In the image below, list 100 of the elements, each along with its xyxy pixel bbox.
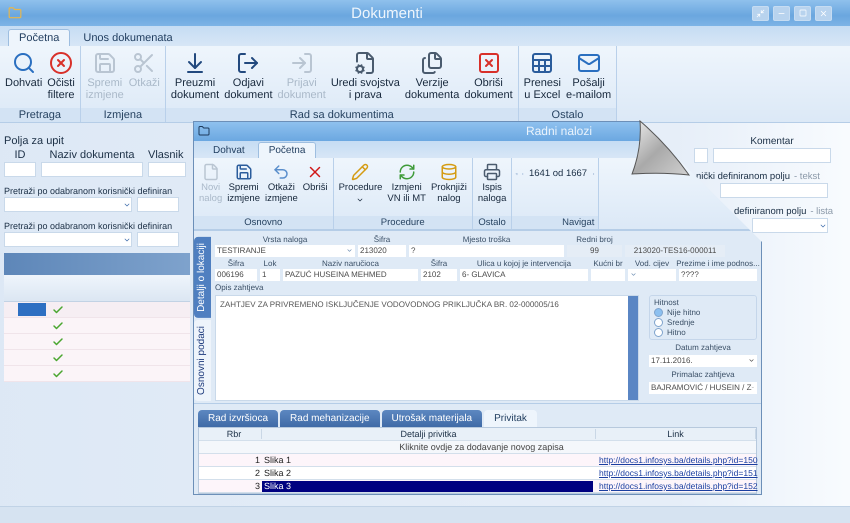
document-row[interactable]: [4, 302, 190, 318]
restore-icon[interactable]: [752, 6, 769, 20]
printer-icon: [483, 163, 502, 182]
spreadsheet-icon: [530, 51, 554, 75]
database-icon: [440, 163, 458, 182]
maximize-icon[interactable]: [794, 6, 811, 20]
table-cell[interactable]: Slika 3: [262, 480, 593, 492]
ribbon-button[interactable]: Odjavi dokument: [222, 49, 275, 104]
ribbon-tab[interactable]: Početna: [258, 142, 316, 158]
close-icon[interactable]: [815, 6, 832, 20]
radio-button[interactable]: [654, 308, 663, 317]
ribbon-button[interactable]: Procedure: [336, 161, 384, 206]
ribbon-button[interactable]: Izmjeni VN ili MT: [385, 161, 428, 206]
ribbon-button[interactable]: Dohvati: [3, 49, 44, 92]
side-tab[interactable]: Osnovni podaci: [194, 320, 211, 401]
ribbon-button[interactable]: Proknjiži nalog: [428, 161, 469, 206]
column-header[interactable]: Detalji privitka: [262, 429, 596, 439]
ribbon-button[interactable]: Spremi izmjene: [225, 161, 262, 206]
dropdown-field[interactable]: [752, 218, 828, 233]
input-field[interactable]: 99: [567, 244, 622, 257]
link[interactable]: http://docs1.infosys.ba/details.php?id=151: [596, 468, 756, 478]
input-field[interactable]: [591, 268, 625, 281]
ribbon-button[interactable]: Verzije dokumenta: [402, 49, 462, 104]
radio-button[interactable]: [654, 318, 663, 327]
input-field[interactable]: [148, 162, 186, 177]
ribbon-button[interactable]: Preuzmi dokument: [168, 49, 222, 104]
link[interactable]: http://docs1.infosys.ba/details.php?id=150: [596, 455, 756, 465]
tab[interactable]: Utrošak materijala: [382, 410, 482, 427]
check-icon: [52, 320, 64, 332]
input-field[interactable]: [694, 148, 708, 163]
delete-icon: [476, 51, 500, 75]
ribbon-button[interactable]: Otkaži izmjene: [263, 161, 300, 206]
field-label: Primalac zahtjeva: [670, 370, 736, 379]
table-cell-text: 1: [254, 455, 261, 465]
input-field[interactable]: [720, 183, 828, 198]
input-field[interactable]: [628, 268, 676, 281]
ribbon-button[interactable]: Obriši: [300, 161, 330, 196]
ribbon-button[interactable]: Uredi svojstva i prava: [328, 49, 402, 104]
input-field[interactable]: [137, 197, 179, 212]
ribbon-button[interactable]: Ispis naloga: [476, 161, 508, 206]
ribbon-button[interactable]: Obriši dokument: [462, 49, 515, 104]
input-field[interactable]: 1: [260, 268, 280, 281]
ribbon-group-label: Izmjena: [80, 108, 165, 122]
table-cell-text: 2: [254, 468, 261, 478]
ribbon-tab[interactable]: Unos dokumenata: [72, 29, 184, 46]
window-title: Dokumenti: [350, 4, 424, 22]
filter-label: definiranom polju: [734, 206, 806, 217]
undo-arrow-icon: [272, 163, 290, 182]
input-field[interactable]: [137, 232, 179, 247]
minimize-icon[interactable]: [773, 6, 790, 20]
dropdown-field[interactable]: [4, 232, 132, 247]
magnifier-icon: [12, 51, 36, 75]
input-field[interactable]: PAZUĆ HUSEINA MEHMED: [283, 268, 418, 281]
blank-page-icon: [202, 163, 220, 182]
field-label: Opis zahtjeva: [215, 282, 264, 293]
tab[interactable]: Privitak: [484, 410, 537, 427]
column-header[interactable]: Link: [596, 429, 756, 439]
table-cell[interactable]: Slika 2: [262, 468, 593, 478]
input-field[interactable]: 213020-TES16-000011: [625, 244, 725, 257]
field-label: Ulica u kojoj je intervencija: [476, 258, 572, 269]
window-title: Radni nalozi: [526, 124, 592, 138]
side-tab[interactable]: Detalji o lokaciji: [194, 236, 211, 318]
ribbon-group-label: Pretraga: [0, 108, 80, 122]
input-field[interactable]: 213020: [358, 244, 406, 257]
field-label: Šifra: [430, 258, 448, 269]
link[interactable]: http://docs1.infosys.ba/details.php?id=152: [596, 481, 756, 491]
input-field[interactable]: ?: [409, 244, 564, 257]
radio-button[interactable]: [654, 328, 663, 337]
input-field[interactable]: ????: [679, 268, 757, 281]
field-label: Prezime i ime podnos...: [676, 258, 760, 269]
ribbon-group-label: Procedure: [334, 216, 472, 229]
ribbon-button[interactable]: Očisti filtere: [45, 49, 77, 104]
radio-label: Srednje: [667, 318, 695, 327]
field-label: Kućni br: [593, 258, 623, 269]
tab[interactable]: Rad mehanizacije: [280, 410, 380, 427]
ribbon-group-label: Rad sa dokumentima: [166, 108, 518, 122]
ribbon-button[interactable]: Prenesi u Excel: [522, 49, 563, 104]
text-area[interactable]: ZAHTJEV ZA PRIVREMENO ISKLJUČENJE VODOVODNOG PRIKLJUČKA BR. 02-000005/16: [215, 294, 639, 401]
field-label: Vrsta naloga: [262, 234, 308, 245]
input-field[interactable]: 6- GLAVICA: [460, 268, 588, 281]
table-cell[interactable]: Slika 1: [262, 454, 593, 466]
input-field[interactable]: [713, 148, 831, 163]
tab[interactable]: Rad izvršioca: [198, 410, 278, 427]
envelope-icon: [576, 51, 601, 75]
dropdown-field[interactable]: [4, 197, 132, 212]
filter-type: - lista: [810, 206, 834, 217]
input-field[interactable]: [4, 162, 36, 177]
dropdown-field[interactable]: BAJRAMOVIĆ / HUSEIN / Z: [649, 382, 757, 394]
documents-icon: [420, 51, 444, 75]
column-header[interactable]: Rbr: [207, 429, 262, 439]
ribbon-tab[interactable]: Početna: [8, 29, 70, 46]
scrollbar[interactable]: [628, 296, 638, 400]
filter-type: - tekst: [794, 171, 820, 182]
ribbon-tab[interactable]: Dohvat: [202, 142, 256, 158]
input-field[interactable]: TESTIRANJE: [215, 244, 355, 257]
ribbon-button[interactable]: Pošalji e-mailom: [564, 49, 614, 104]
input-field[interactable]: 2102: [421, 268, 457, 281]
input-field[interactable]: [41, 162, 143, 177]
input-field[interactable]: 006196: [215, 268, 257, 281]
date-field[interactable]: 17.11.2016.: [649, 354, 757, 367]
